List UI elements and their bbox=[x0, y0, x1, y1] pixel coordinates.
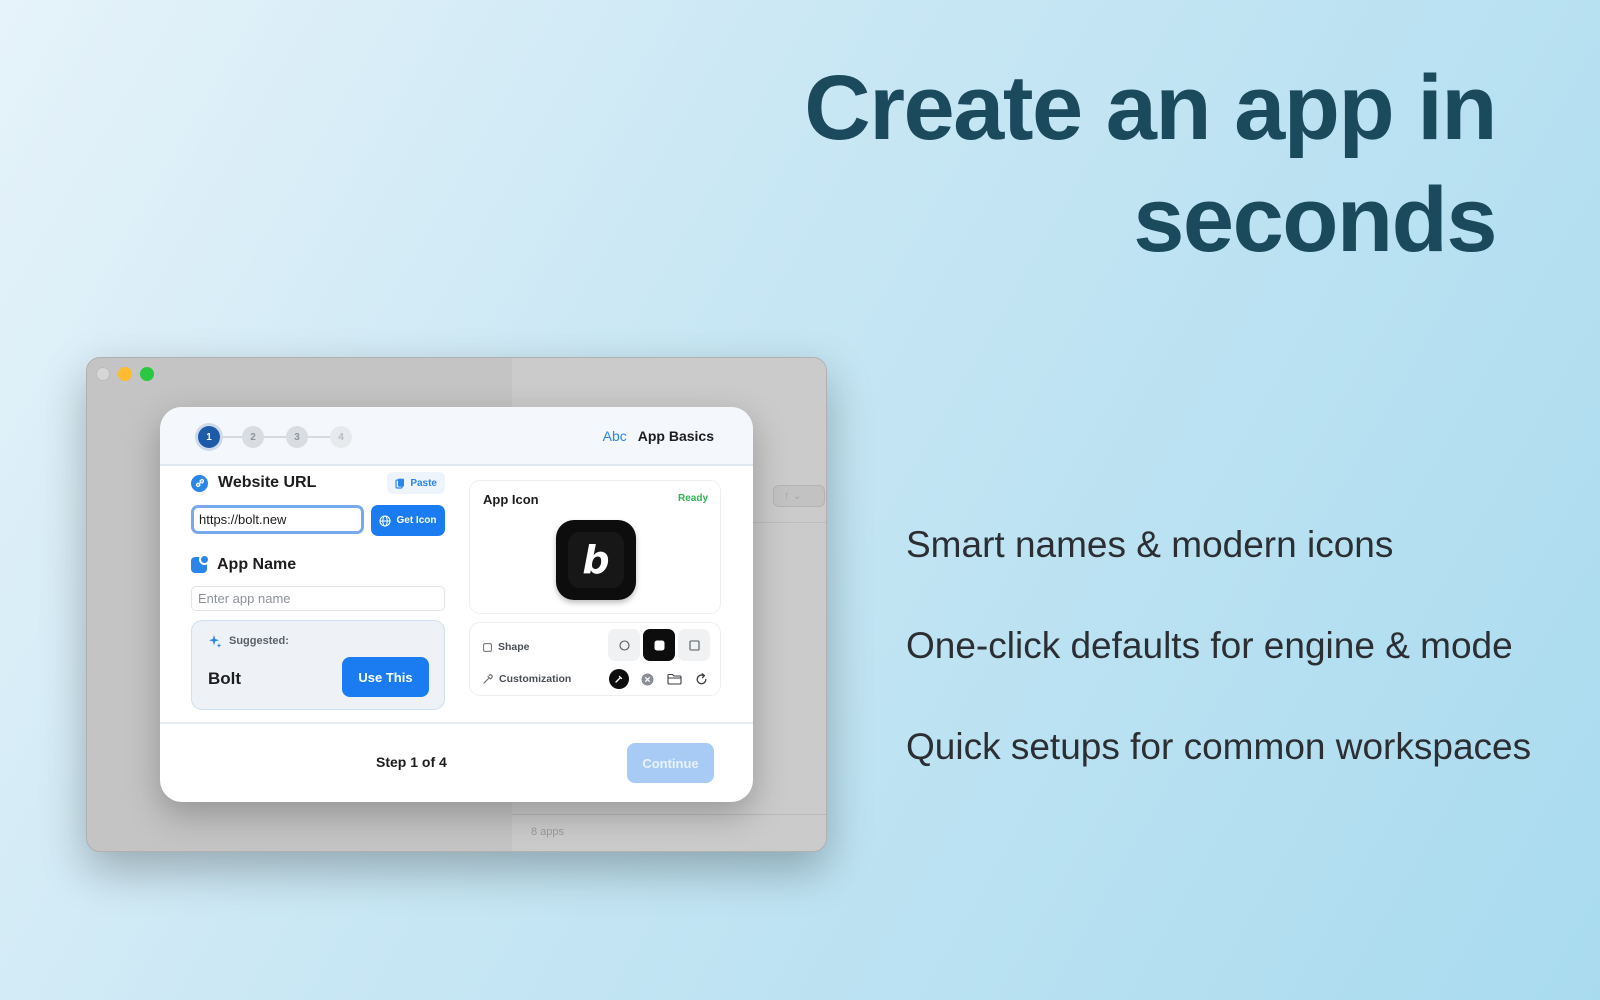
folder-icon[interactable] bbox=[665, 670, 683, 688]
bolt-logo-icon: b bbox=[568, 532, 624, 588]
window-zoom-button[interactable] bbox=[140, 367, 154, 381]
app-name-header: App Name bbox=[191, 553, 445, 577]
get-icon-button[interactable]: Get Icon bbox=[371, 505, 445, 536]
app-icon-preview[interactable]: b bbox=[556, 520, 636, 600]
shape-row: Shape bbox=[483, 641, 530, 653]
app-name-input[interactable] bbox=[191, 586, 445, 611]
feature-item: Smart names & modern icons bbox=[906, 524, 1394, 565]
shape-square-option[interactable] bbox=[678, 629, 710, 661]
suggested-label: Suggested: bbox=[229, 635, 289, 647]
shape-rounded-square-option[interactable] bbox=[643, 629, 675, 661]
refresh-icon[interactable] bbox=[692, 670, 710, 688]
dialog-header: 1 2 3 4 Abc App Basics bbox=[160, 407, 753, 466]
feature-list: Smart names & modern icons One-click def… bbox=[906, 520, 1566, 823]
app-icon-card: App Icon Ready b bbox=[469, 480, 721, 614]
suggested-name: Bolt bbox=[208, 669, 242, 688]
customization-label: Customization bbox=[499, 673, 572, 685]
paste-label: Paste bbox=[410, 477, 437, 489]
square-outline-icon bbox=[483, 642, 492, 652]
step-indicator-2[interactable]: 2 bbox=[242, 426, 264, 448]
website-url-input[interactable] bbox=[191, 505, 364, 534]
sparkles-icon bbox=[209, 635, 222, 648]
step-connector bbox=[264, 436, 286, 438]
shape-selector bbox=[608, 629, 710, 661]
website-url-header: Website URL Paste bbox=[191, 471, 445, 495]
app-name-label: App Name bbox=[217, 556, 297, 573]
step-counter: Step 1 of 4 bbox=[376, 754, 447, 770]
icon-options-card: Shape Customization bbox=[469, 622, 721, 696]
divider bbox=[512, 814, 826, 815]
header-title-group: Abc App Basics bbox=[603, 428, 714, 444]
stepper: 1 2 3 4 bbox=[198, 426, 352, 448]
customization-row: Customization bbox=[483, 673, 571, 685]
app-count: 8 apps bbox=[531, 826, 565, 838]
clear-icon[interactable] bbox=[638, 670, 656, 688]
url-row: Get Icon bbox=[191, 505, 445, 536]
step-indicator-3[interactable]: 3 bbox=[286, 426, 308, 448]
headline-line-1: Create an app in bbox=[804, 57, 1497, 159]
circle-shape-icon bbox=[618, 639, 630, 651]
suggestion-card: Suggested: Bolt Use This bbox=[191, 620, 445, 710]
get-icon-label: Get Icon bbox=[396, 515, 437, 526]
step-connector bbox=[220, 436, 242, 438]
dialog-title: App Basics bbox=[637, 428, 714, 444]
square-shape-icon bbox=[688, 639, 700, 651]
sort-button[interactable]: ↑ ⌄ bbox=[773, 485, 825, 507]
step-indicator-4[interactable]: 4 bbox=[330, 426, 352, 448]
rounded-square-shape-icon bbox=[654, 640, 664, 650]
link-icon bbox=[191, 474, 208, 492]
clipboard-icon bbox=[395, 478, 405, 489]
suggested-header: Suggested: bbox=[208, 634, 289, 648]
shape-circle-option[interactable] bbox=[608, 629, 640, 661]
website-url-label: Website URL bbox=[218, 474, 317, 491]
globe-icon bbox=[379, 514, 392, 527]
form-column: Website URL Paste Get Icon App Name Sugg… bbox=[191, 471, 445, 710]
window-minimize-button[interactable] bbox=[118, 367, 132, 381]
customization-tools bbox=[609, 669, 710, 689]
shape-label: Shape bbox=[498, 641, 530, 653]
status-badge: Ready bbox=[677, 493, 708, 504]
create-app-dialog: 1 2 3 4 Abc App Basics Website URL Paste bbox=[160, 407, 753, 802]
headline-line-2: seconds bbox=[1133, 169, 1497, 271]
window-close-button[interactable] bbox=[96, 367, 110, 381]
text-format-icon: Abc bbox=[602, 428, 627, 444]
footer-divider bbox=[160, 722, 753, 724]
feature-item: Quick setups for common workspaces bbox=[906, 726, 1532, 767]
headline: Create an app in seconds bbox=[736, 52, 1497, 276]
step-connector bbox=[308, 436, 330, 438]
paste-button[interactable]: Paste bbox=[387, 472, 445, 494]
eyedropper-icon bbox=[483, 674, 493, 684]
color-picker-icon[interactable] bbox=[609, 669, 629, 689]
app-icon-title: App Icon bbox=[483, 492, 539, 507]
continue-button[interactable]: Continue bbox=[627, 743, 714, 783]
use-suggestion-button[interactable]: Use This bbox=[342, 657, 429, 697]
app-badge-icon bbox=[191, 554, 210, 573]
feature-item: One-click defaults for engine & mode bbox=[906, 625, 1513, 666]
step-indicator-1[interactable]: 1 bbox=[198, 426, 220, 448]
